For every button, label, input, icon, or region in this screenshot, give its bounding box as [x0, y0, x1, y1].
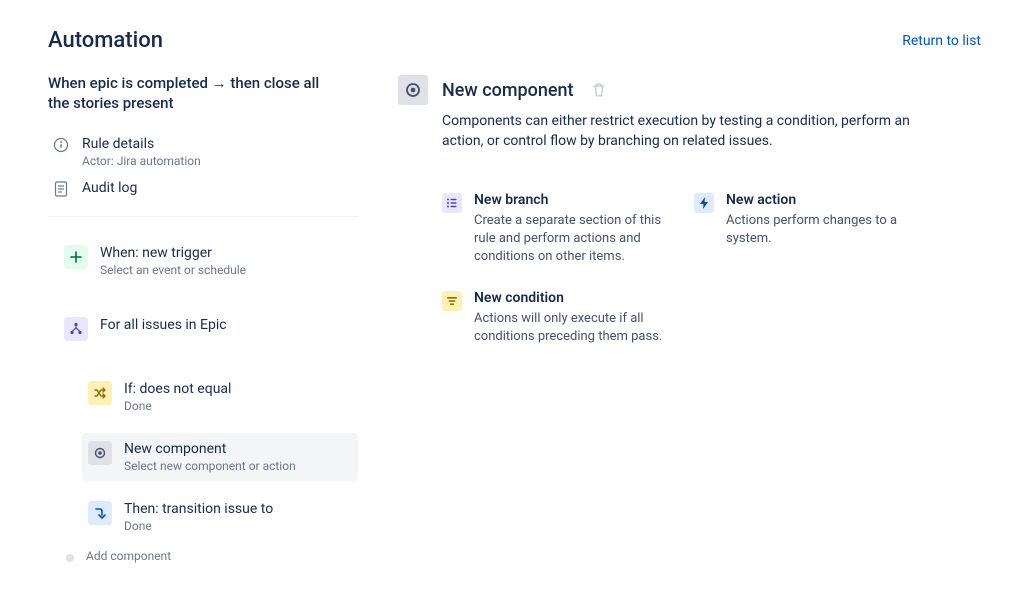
panel-title: New component: [442, 80, 574, 101]
component-panel: New component Components can either rest…: [398, 73, 981, 563]
step-newcomp-title: New component: [124, 441, 296, 457]
list-icon: [442, 193, 462, 213]
panel-description: Components can either restrict execution…: [442, 111, 912, 152]
shuffle-icon: [88, 381, 112, 405]
rule-details-label: Rule details: [82, 136, 201, 152]
option-condition-title: New condition: [474, 290, 670, 306]
rule-details-item[interactable]: Rule details Actor: Jira automation: [48, 130, 358, 174]
gear-icon: [398, 75, 428, 105]
info-icon: [52, 136, 70, 154]
timeline-end-dot: [66, 554, 74, 562]
option-condition-desc: Actions will only execute if all conditi…: [474, 310, 670, 346]
step-trigger[interactable]: When: new trigger Select an event or sch…: [58, 237, 358, 285]
lightning-icon: [694, 193, 714, 213]
step-condition-sub: Done: [124, 399, 231, 413]
plus-icon: [64, 245, 88, 269]
option-new-condition[interactable]: New condition Actions will only execute …: [442, 290, 670, 346]
page-title: Automation: [48, 28, 163, 53]
step-trigger-title: When: new trigger: [100, 245, 246, 261]
option-branch-desc: Create a separate section of this rule a…: [474, 212, 670, 267]
step-branch[interactable]: For all issues in Epic: [58, 309, 358, 349]
step-branch-title: For all issues in Epic: [100, 317, 227, 333]
option-branch-title: New branch: [474, 192, 670, 208]
audit-log-label: Audit log: [82, 180, 137, 196]
filter-icon: [442, 291, 462, 311]
option-new-action[interactable]: New action Actions perform changes to a …: [694, 192, 922, 267]
step-condition[interactable]: If: does not equal Done: [82, 373, 358, 421]
rule-actor-label: Actor: Jira automation: [82, 154, 201, 168]
step-trigger-sub: Select an event or schedule: [100, 263, 246, 277]
step-action[interactable]: Then: transition issue to Done: [82, 493, 358, 541]
step-newcomp-sub: Select new component or action: [124, 459, 296, 473]
gear-icon: [88, 441, 112, 465]
branch-icon: [64, 317, 88, 341]
step-condition-title: If: does not equal: [124, 381, 231, 397]
transition-icon: [88, 501, 112, 525]
add-component-link[interactable]: Add component: [86, 549, 171, 563]
document-icon: [52, 180, 70, 198]
option-new-branch[interactable]: New branch Create a separate section of …: [442, 192, 670, 267]
step-action-sub: Done: [124, 519, 273, 533]
step-action-title: Then: transition issue to: [124, 501, 273, 517]
rule-sidebar: When epic is completed → then close all …: [48, 73, 358, 563]
step-new-component[interactable]: New component Select new component or ac…: [82, 433, 358, 481]
trash-icon[interactable]: [592, 82, 608, 98]
audit-log-item[interactable]: Audit log: [48, 174, 358, 204]
option-action-desc: Actions perform changes to a system.: [726, 212, 922, 248]
return-to-list-link[interactable]: Return to list: [902, 33, 981, 49]
rule-name: When epic is completed → then close all …: [48, 73, 328, 114]
option-action-title: New action: [726, 192, 922, 208]
